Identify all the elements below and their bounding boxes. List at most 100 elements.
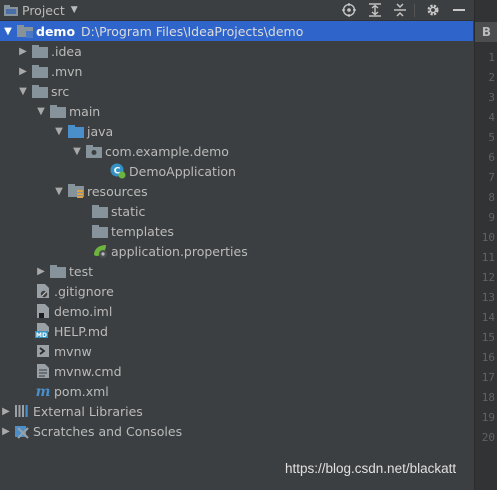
collapse-all-icon[interactable] <box>391 0 409 20</box>
tree-node-label: resources <box>87 183 148 199</box>
tree-node-main[interactable]: ▼ main <box>0 101 473 121</box>
line-number: 15 <box>481 331 495 344</box>
tree-node-label: templates <box>111 223 174 239</box>
tree-node-demo-iml[interactable]: demo.iml <box>0 301 473 321</box>
tree-node-idea[interactable]: ▶ .idea <box>0 41 473 61</box>
line-number: 12 <box>481 271 495 284</box>
toolbar-divider <box>414 4 415 17</box>
locate-icon[interactable] <box>340 0 358 20</box>
tree-node-static[interactable]: static <box>0 201 473 221</box>
spring-properties-icon <box>92 243 108 259</box>
tree-node-pom-xml[interactable]: m pom.xml <box>0 381 473 401</box>
tree-node-templates[interactable]: templates <box>0 221 473 241</box>
folder-icon <box>92 203 108 219</box>
line-number: 11 <box>481 251 495 264</box>
tree-node-label: mvnw.cmd <box>54 363 122 379</box>
editor-tab[interactable]: B <box>475 22 497 42</box>
tree-node-label: test <box>69 263 94 279</box>
line-number: 13 <box>481 291 495 304</box>
chevron-down-icon[interactable]: ▼ <box>17 86 29 97</box>
tree-node-src[interactable]: ▼ src <box>0 81 473 101</box>
tree-node-label: .gitignore <box>54 283 114 299</box>
line-number: 17 <box>481 371 495 384</box>
tree-node-label: static <box>111 203 146 219</box>
line-number: 8 <box>488 191 495 204</box>
tree-node-application-properties[interactable]: application.properties <box>0 241 473 261</box>
tree-node-scratches[interactable]: ▶ Scratches and Consoles <box>0 421 473 441</box>
spring-class-icon: C <box>110 163 126 179</box>
line-number: 7 <box>488 171 495 184</box>
chevron-down-icon: ▼ <box>70 5 78 15</box>
expand-all-icon[interactable] <box>366 0 384 20</box>
line-number: 2 <box>488 71 495 84</box>
tree-node-label: com.example.demo <box>105 143 229 159</box>
source-folder-icon <box>68 123 84 139</box>
chevron-down-icon[interactable]: ▼ <box>53 186 65 197</box>
chevron-right-icon[interactable]: ▶ <box>0 406 12 417</box>
ignore-file-icon <box>35 283 51 299</box>
tree-node-gitignore[interactable]: .gitignore <box>0 281 473 301</box>
line-number: 20 <box>481 431 495 444</box>
tree-node-label: demo.iml <box>54 303 113 319</box>
folder-icon <box>50 263 66 279</box>
maven-icon: m <box>35 383 51 399</box>
module-path: D:\Program Files\IdeaProjects\demo <box>81 23 304 39</box>
chevron-right-icon[interactable]: ▶ <box>17 46 29 57</box>
svg-text:MD: MD <box>36 332 47 339</box>
folder-icon <box>92 223 108 239</box>
line-number: 4 <box>488 111 495 124</box>
line-number: 5 <box>488 131 495 144</box>
tree-node-label: External Libraries <box>33 403 143 419</box>
script-file-icon <box>35 343 51 359</box>
tree-node-external-libraries[interactable]: ▶ External Libraries <box>0 401 473 421</box>
tree-node-label: HELP.md <box>54 323 108 339</box>
tree-node-help-md[interactable]: MD HELP.md <box>0 321 473 341</box>
hide-icon[interactable] <box>450 0 468 20</box>
tree-node-label: DemoApplication <box>129 163 236 179</box>
line-number: 18 <box>481 391 495 404</box>
tree-node-demo[interactable]: ▼ demo D:\Program Files\IdeaProjects\dem… <box>0 21 473 41</box>
line-number: 19 <box>481 411 495 424</box>
tree-node-package[interactable]: ▼ com.example.demo <box>0 141 473 161</box>
project-view-title: Project <box>22 2 65 18</box>
tree-node-demoapplication[interactable]: C DemoApplication <box>0 161 473 181</box>
folder-icon <box>32 63 48 79</box>
tree-node-label: demo <box>36 23 76 39</box>
line-number: 6 <box>488 151 495 164</box>
tree-node-mvn[interactable]: ▶ .mvn <box>0 61 473 81</box>
tree-node-label: Scratches and Consoles <box>33 423 183 439</box>
libraries-icon <box>14 403 30 419</box>
watermark: https://blog.csdn.net/blackatt <box>285 461 457 476</box>
tree-node-label: src <box>51 83 70 99</box>
chevron-right-icon[interactable]: ▶ <box>17 66 29 77</box>
line-number: 16 <box>481 351 495 364</box>
chevron-right-icon[interactable]: ▶ <box>35 266 47 277</box>
tree-node-label: pom.xml <box>54 383 109 399</box>
chevron-right-icon[interactable]: ▶ <box>0 426 12 437</box>
tree-node-mvnw[interactable]: mvnw <box>0 341 473 361</box>
tree-node-test[interactable]: ▶ test <box>0 261 473 281</box>
tree-node-label: java <box>87 123 114 139</box>
tree-node-resources[interactable]: ▼ resources <box>0 181 473 201</box>
resources-folder-icon <box>68 183 84 199</box>
project-folder-icon <box>3 2 19 18</box>
chevron-down-icon[interactable]: ▼ <box>35 106 47 117</box>
tree-node-label: application.properties <box>111 243 248 259</box>
chevron-down-icon[interactable]: ▼ <box>2 26 14 37</box>
svg-text:m: m <box>36 384 51 398</box>
folder-icon <box>32 43 48 59</box>
package-icon <box>86 143 102 159</box>
module-folder-icon <box>17 23 33 39</box>
gear-icon[interactable] <box>424 0 442 20</box>
editor-gutter: B 1 2 3 4 5 6 7 8 9 10 11 12 13 14 15 16 17 18 19 20 <box>474 0 497 490</box>
chevron-down-icon[interactable]: ▼ <box>53 126 65 137</box>
project-view-selector[interactable]: Project ▼ <box>3 2 78 18</box>
tree-node-mvnw-cmd[interactable]: mvnw.cmd <box>0 361 473 381</box>
folder-icon <box>50 103 66 119</box>
line-number: 9 <box>488 211 495 224</box>
tree-node-label: mvnw <box>54 343 92 359</box>
tree-node-java[interactable]: ▼ java <box>0 121 473 141</box>
chevron-down-icon[interactable]: ▼ <box>71 146 83 157</box>
tree-node-label: .idea <box>51 43 82 59</box>
line-number: 10 <box>481 231 495 244</box>
